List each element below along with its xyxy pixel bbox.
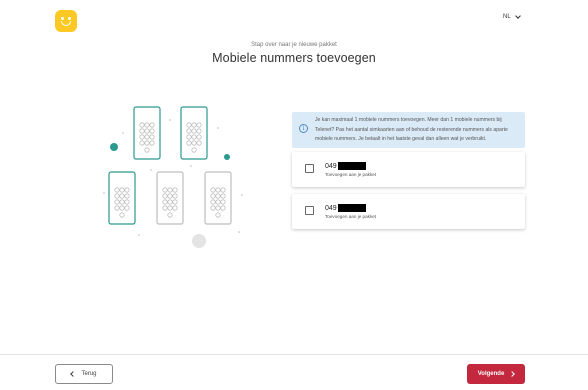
logo-smile — [61, 21, 71, 26]
next-button[interactable]: Volgende — [467, 364, 525, 384]
redacted-number — [337, 162, 366, 170]
number-checkbox[interactable] — [305, 206, 314, 215]
number-option-label: Toevoegen aan je pakket — [325, 172, 377, 177]
number-prefix: 049 — [325, 162, 337, 170]
logo-eye — [68, 17, 71, 20]
info-icon: i — [299, 124, 308, 133]
chevron-right-icon — [509, 371, 516, 377]
mobile-number-option[interactable]: 049 Toevoegen aan je pakket — [292, 152, 525, 187]
number-checkbox[interactable] — [305, 164, 314, 173]
redacted-number — [337, 204, 366, 212]
page-title: Mobiele nummers toevoegen — [212, 51, 376, 65]
footer-divider — [0, 354, 588, 355]
telenet-logo — [55, 10, 77, 32]
back-button[interactable]: Terug — [55, 364, 113, 384]
info-banner: i Je kan maximaal 1 mobiele nummers toev… — [292, 112, 525, 148]
mobile-number: 049 — [325, 204, 366, 212]
mobile-number: 049 — [325, 162, 366, 170]
mobile-number-option[interactable]: 049 Toevoegen aan je pakket — [292, 194, 525, 229]
chevron-left-icon — [70, 371, 77, 377]
back-button-label: Terug — [81, 371, 97, 377]
number-prefix: 049 — [325, 204, 337, 212]
phones-illustration — [103, 106, 243, 248]
chevron-down-icon — [514, 13, 521, 19]
language-selector[interactable]: NL — [503, 13, 521, 20]
language-label: NL — [503, 14, 511, 20]
step-subtitle: Stap over naar je nieuwe pakket — [251, 42, 337, 48]
number-option-label: Toevoegen aan je pakket — [325, 214, 377, 219]
info-text: Je kan maximaal 1 mobiele nummers toevoe… — [315, 117, 508, 142]
next-button-label: Volgende — [477, 371, 505, 377]
logo-eye — [61, 17, 64, 20]
